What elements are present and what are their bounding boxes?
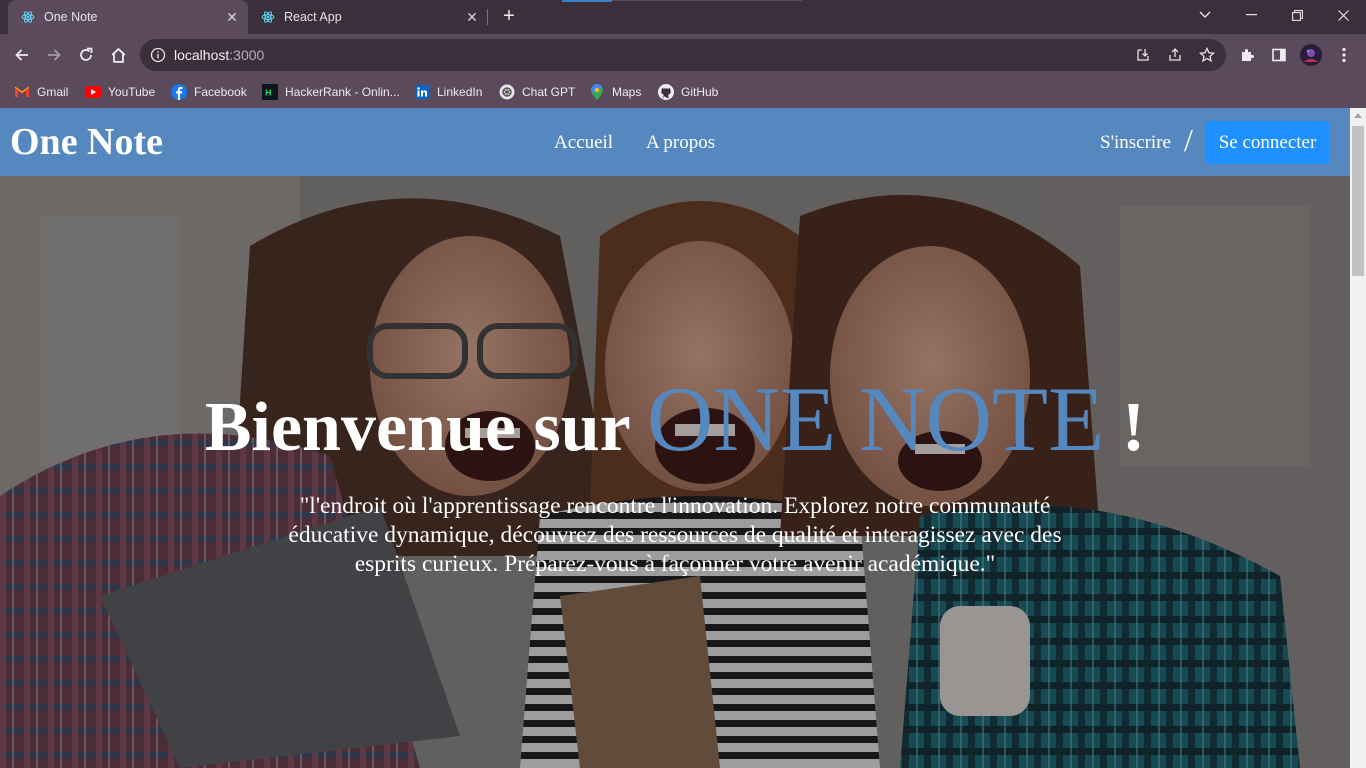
tab-react-app[interactable]: React App ✕: [248, 0, 488, 34]
youtube-icon: [85, 84, 101, 100]
restore-icon: [1291, 9, 1303, 21]
hero-overlay: [0, 176, 1350, 768]
bookmark-label: Facebook: [194, 85, 247, 99]
menu-button[interactable]: [1331, 42, 1357, 68]
browser-toolbar: localhost:3000: [0, 34, 1366, 76]
hero-section: Bienvenue sur ONE NOTE ! "l'endroit où l…: [0, 176, 1350, 768]
back-button[interactable]: [9, 42, 35, 68]
side-panel-icon: [1272, 48, 1286, 62]
install-app-icon[interactable]: [1134, 46, 1152, 64]
tab-search-button[interactable]: [1182, 0, 1228, 30]
scroll-up-arrow[interactable]: [1354, 113, 1362, 118]
star-icon[interactable]: [1198, 46, 1216, 64]
url-port: :3000: [229, 47, 265, 63]
arrow-right-icon: [48, 49, 61, 61]
forward-button[interactable]: [41, 42, 67, 68]
hero-title-accent: ONE NOTE: [646, 368, 1105, 470]
signup-link[interactable]: S'inscrire: [1100, 132, 1171, 154]
share-icon[interactable]: [1166, 46, 1184, 64]
more-vertical-icon: [1342, 47, 1346, 63]
minimize-button[interactable]: [1228, 0, 1274, 30]
arrow-left-icon: [15, 49, 28, 61]
react-icon: [20, 9, 36, 25]
react-icon: [260, 9, 276, 25]
close-icon[interactable]: ✕: [222, 7, 242, 27]
facebook-icon: [171, 84, 187, 100]
nav-link-home[interactable]: Accueil: [554, 132, 613, 154]
login-button[interactable]: Se connecter: [1206, 121, 1329, 164]
bookmark-label: Maps: [612, 85, 642, 99]
github-icon: [658, 84, 674, 100]
hero-subtitle: "l'endroit où l'apprentissage rencontre …: [288, 493, 1062, 577]
puzzle-icon: [1242, 49, 1254, 61]
close-window-button[interactable]: [1320, 0, 1366, 30]
bookmark-label: YouTube: [108, 85, 156, 99]
tab-label: React App: [284, 10, 342, 24]
bookmark-linkedin[interactable]: LinkedIn: [414, 82, 482, 102]
home-icon: [111, 47, 125, 63]
extensions-button[interactable]: [1234, 42, 1260, 68]
url-text: localhost:3000: [174, 47, 264, 63]
url-host: localhost: [174, 47, 230, 63]
bookmark-gmail[interactable]: Gmail: [14, 82, 68, 102]
info-icon[interactable]: [150, 47, 166, 63]
bookmark-maps[interactable]: Maps: [589, 82, 641, 102]
browser-tabstrip: One Note ✕ React App ✕ +: [0, 0, 1366, 34]
reload-button[interactable]: [73, 42, 99, 68]
svg-text:H: H: [265, 89, 272, 98]
page-scrollbar[interactable]: [1350, 108, 1366, 768]
hero-title-prefix: Bienvenue sur: [204, 389, 630, 466]
gmail-icon: [14, 84, 30, 100]
linkedin-icon: [414, 84, 430, 100]
avatar-icon: [1300, 44, 1322, 66]
loading-track: [612, 0, 802, 1]
home-button[interactable]: [105, 42, 131, 68]
restore-button[interactable]: [1274, 0, 1320, 30]
bookmark-label: Chat GPT: [522, 85, 576, 99]
tab-label: One Note: [44, 10, 98, 24]
bookmark-label: Gmail: [37, 85, 69, 99]
bookmark-github[interactable]: GitHub: [658, 82, 718, 102]
hero-title-suffix: !: [1121, 389, 1146, 466]
site-logo[interactable]: One Note: [10, 120, 163, 164]
bookmark-facebook[interactable]: Facebook: [171, 82, 247, 102]
bookmark-label: GitHub: [681, 85, 719, 99]
minimize-icon: [1245, 14, 1257, 16]
chevron-down-icon: [1199, 11, 1211, 18]
maps-icon: [589, 84, 605, 100]
close-icon: [1337, 9, 1349, 21]
hackerrank-icon: H: [262, 84, 278, 100]
bookmark-label: HackerRank - Onlin...: [285, 85, 400, 99]
auth-separator: /: [1184, 122, 1193, 158]
close-icon[interactable]: ✕: [462, 7, 482, 27]
bookmark-label: LinkedIn: [437, 85, 483, 99]
nav-link-about[interactable]: A propos: [646, 132, 715, 154]
bookmarks-bar: Gmail YouTube Facebook H HackerRank - On…: [0, 76, 1366, 108]
tab-divider: [487, 9, 488, 25]
tab-one-note[interactable]: One Note ✕: [8, 0, 248, 34]
new-tab-button[interactable]: +: [498, 6, 520, 28]
bookmark-hackerrank[interactable]: H HackerRank - Onlin...: [262, 82, 400, 102]
loading-indicator: [562, 0, 612, 2]
chatgpt-icon: [499, 84, 515, 100]
profile-avatar[interactable]: [1298, 42, 1324, 68]
address-bar[interactable]: localhost:3000: [140, 39, 1226, 71]
web-page: One Note Accueil A propos S'inscrire / S…: [0, 108, 1350, 768]
bookmark-youtube[interactable]: YouTube: [85, 82, 155, 102]
reload-icon: [80, 47, 93, 61]
side-panel-button[interactable]: [1266, 42, 1292, 68]
bookmark-chatgpt[interactable]: Chat GPT: [499, 82, 575, 102]
hero-title: Bienvenue sur ONE NOTE !: [0, 366, 1350, 472]
scrollbar-thumb[interactable]: [1352, 126, 1364, 276]
site-navbar: One Note Accueil A propos S'inscrire / S…: [0, 108, 1350, 176]
